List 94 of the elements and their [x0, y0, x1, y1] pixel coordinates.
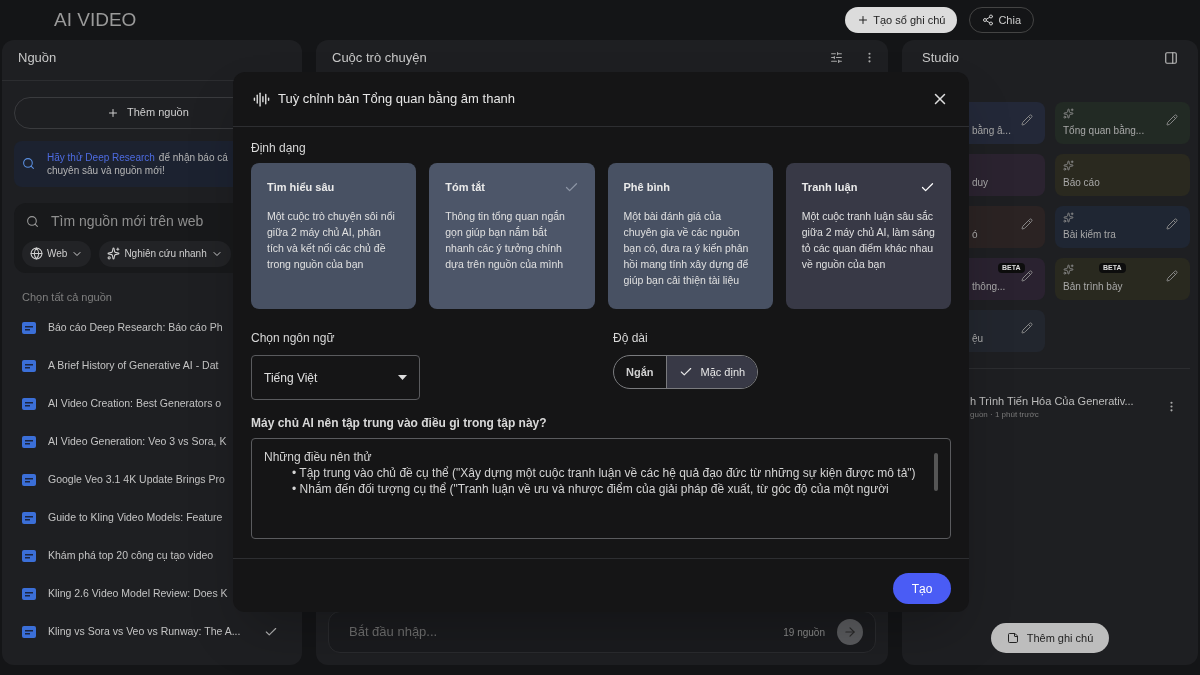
panel-title: Studio: [922, 49, 960, 67]
edit-icon[interactable]: [1021, 321, 1033, 334]
tile-label: Bản trình bày: [1063, 279, 1123, 294]
tile-icon: [1063, 159, 1074, 171]
add-note-button[interactable]: Thêm ghi chú: [990, 623, 1110, 653]
check-icon: [678, 365, 693, 379]
chat-input-field[interactable]: Bắt đầu nhập... 19 nguồn: [328, 611, 876, 653]
check-icon[interactable]: [264, 625, 279, 639]
dropdown-caret-icon: [398, 375, 407, 380]
edit-icon[interactable]: [1021, 217, 1033, 230]
studio-tile[interactable]: Tổng quan bằng...: [1055, 101, 1190, 144]
settings-icon[interactable]: [830, 51, 843, 65]
note-title[interactable]: h Trình Tiến Hóa Của Generativ...: [970, 392, 1165, 409]
research-mode-chip[interactable]: Nghiên cứu nhanh: [99, 240, 231, 267]
focus-input-field[interactable]: Những điều nên thử • Tập trung vào chủ đề cụ thể ("Xây dựng một cuộc tranh luận về các hệ quả đạo đức từ những sự kiện được mô tả") • Nhắm đến đối tượng cụ thể ("Tranh luận về ưu và nhược điểm của giải pháp đề xuất, từ góc độ của một người: [251, 438, 951, 539]
length-option[interactable]: Ngắn: [614, 356, 666, 388]
source-file-icon: [22, 550, 36, 562]
panel-toggle-icon[interactable]: [1164, 50, 1178, 65]
tile-label: Báo cáo: [1063, 175, 1100, 190]
source-title[interactable]: Kling 2.6 Video Model Review: Does K: [48, 586, 228, 602]
source-file-icon: [22, 512, 36, 524]
format-card[interactable]: Tóm tắt Thông tin tổng quan ngắn gọn giúp bạn nắm bắt nhanh các ý tưởng chính dựa trên nguồn của mình: [429, 163, 595, 309]
banner-text: chuyên sâu và nguồn mới!: [47, 163, 166, 177]
search-icon: [22, 157, 35, 170]
tile-label: ệu: [972, 331, 984, 346]
audio-wave-icon: [253, 90, 270, 108]
tile-label: Bài kiểm tra: [1063, 227, 1116, 242]
plus-icon: [107, 106, 119, 119]
scrollbar-thumb[interactable]: [934, 453, 938, 491]
format-title: Tóm tắt: [445, 180, 486, 195]
search-icon: [26, 215, 39, 228]
tile-label: Tổng quan bằng...: [1063, 123, 1145, 138]
section-label: Chọn ngôn ngữ: [251, 330, 336, 347]
source-file-icon: [22, 398, 36, 410]
edit-icon[interactable]: [1021, 113, 1033, 126]
note-meta: guồn · 1 phút trước: [970, 409, 1040, 421]
banner-text: để nhận báo cá: [158, 150, 228, 164]
format-description: Thông tin tổng quan ngắn gọn giúp bạn nắm bắt nhanh các ý tưởng chính dựa trên nguồn của mình: [445, 208, 566, 272]
tile-icon: [1063, 211, 1074, 223]
source-file-icon: [22, 360, 36, 372]
format-card[interactable]: Tìm hiểu sâu Một cuộc trò chuyện sôi nổi giữa 2 máy chủ AI, phân tích và kết nối các chủ đề trong nguồn của bạn: [251, 163, 417, 309]
arrow-right-icon: [843, 625, 857, 639]
source-title[interactable]: Khám phá top 20 công cụ tạo video: [48, 548, 214, 564]
share-icon: [982, 14, 995, 26]
source-file-icon: [22, 322, 36, 334]
source-title[interactable]: A Brief History of Generative AI - Dat: [48, 358, 219, 374]
source-title[interactable]: AI Video Generation: Veo 3 vs Sora, K: [48, 434, 227, 450]
edit-icon[interactable]: [1166, 113, 1178, 126]
source-file-icon: [22, 626, 36, 638]
source-title[interactable]: Guide to Kling Video Models: Feature: [48, 510, 223, 526]
panel-title: Nguồn: [17, 49, 58, 67]
format-description: Một cuộc trò chuyện sôi nổi giữa 2 máy chủ AI, phân tích và kết nối các chủ đề trong nguồn của bạn: [267, 208, 396, 272]
language-select[interactable]: Tiếng Việt: [251, 355, 420, 400]
section-label: Độ dài: [613, 330, 649, 347]
format-title: Tranh luận: [801, 180, 859, 196]
create-button[interactable]: Tạo: [893, 573, 951, 604]
source-file-icon: [22, 474, 36, 486]
format-description: Một bài đánh giá của chuyên gia về các nguồn bạn có, đưa ra ý kiến phản hồi mang tính xây dựng để giúp bạn cải thiện tài liệu: [623, 208, 750, 288]
sparkle-search-icon: [107, 247, 121, 260]
section-label: Định dạng: [251, 140, 307, 157]
edit-icon[interactable]: [1021, 269, 1033, 282]
note-icon: [1006, 632, 1019, 644]
tile-icon: [1063, 263, 1074, 275]
select-all-label: Chọn tất cả nguồn: [21, 289, 113, 305]
edit-icon[interactable]: [1166, 269, 1178, 282]
panel-title: Cuộc trò chuyện: [331, 49, 428, 67]
create-notebook-button[interactable]: Tạo sổ ghi chú: [845, 7, 958, 33]
send-button[interactable]: [837, 619, 863, 645]
source-file-icon: [22, 436, 36, 448]
format-title: Tìm hiểu sâu: [267, 180, 336, 195]
notebook-title: AI VIDEO: [54, 7, 138, 32]
globe-icon: [30, 247, 43, 260]
edit-icon[interactable]: [1166, 217, 1178, 230]
source-count: 19 nguồn: [783, 625, 825, 640]
tile-label: duy: [972, 175, 989, 190]
source-title[interactable]: Google Veo 3.1 4K Update Brings Pro: [48, 472, 225, 488]
format-card[interactable]: Tranh luận Một cuộc tranh luận sâu sắc giữa 2 máy chủ AI, làm sáng tỏ các quan điểm khác nhau về nguồn của bạn: [785, 163, 951, 309]
section-label: Máy chủ AI nên tập trung vào điều gì trong tập này?: [251, 415, 548, 432]
tile-label: ó: [972, 227, 978, 242]
deep-research-link[interactable]: Hãy thử Deep Research: [47, 150, 155, 164]
format-title: Phê bình: [623, 180, 671, 195]
studio-tile[interactable]: Báo cáo: [1055, 153, 1190, 196]
tile-icon: [1063, 107, 1074, 119]
source-title[interactable]: Báo cáo Deep Research: Báo cáo Ph: [48, 320, 223, 336]
format-card[interactable]: Phê bình Một bài đánh giá của chuyên gia về các nguồn bạn có, đưa ra ý kiến phản hồi mang tính xây dựng để giúp bạn cải thiện tài liệu: [607, 163, 773, 309]
length-option[interactable]: Mặc định: [665, 356, 758, 388]
tile-label: thông...: [972, 279, 1006, 294]
source-title[interactable]: AI Video Creation: Best Generators o: [48, 396, 222, 412]
source-file-icon: [22, 588, 36, 600]
plus-icon: [857, 14, 870, 26]
source-title[interactable]: Kling vs Sora vs Veo vs Runway: The A...: [48, 624, 241, 640]
web-filter-chip[interactable]: Web: [22, 240, 92, 267]
tile-label: bằng â...: [972, 123, 1011, 138]
studio-tile[interactable]: Bài kiểm tra: [1055, 205, 1190, 248]
